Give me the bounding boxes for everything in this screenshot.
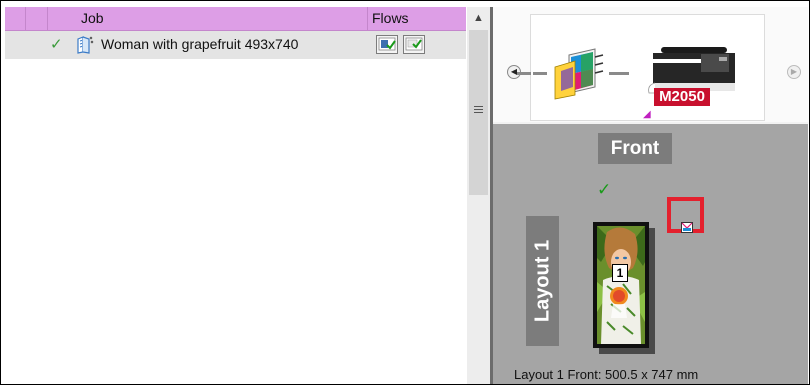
flow-icon[interactable]: [403, 35, 425, 54]
page-number-badge: 1: [612, 264, 628, 282]
scroll-up-arrow-icon[interactable]: ▲: [467, 7, 490, 29]
layout-area: Front ✓ Layout 1 1 Layout 1 Front: 500.5…: [493, 124, 808, 384]
job-list: Job Flows ✓ Woman with grapefruit 493x74…: [5, 7, 466, 384]
envelope-icon[interactable]: [681, 222, 693, 233]
connector-line: [609, 72, 629, 75]
checkmark-icon: ✓: [50, 36, 63, 53]
job-name: Woman with grapefruit 493x740: [101, 36, 299, 52]
connector-line: [533, 72, 547, 75]
job-column-header[interactable]: Job: [81, 10, 104, 26]
side-label: Front: [598, 133, 672, 164]
flow-icon[interactable]: [376, 35, 398, 54]
layout-dimensions: Layout 1 Front: 500.5 x 747 mm: [514, 367, 699, 382]
rip-icon: [554, 48, 604, 100]
printer-label: M2050: [654, 88, 710, 106]
checkmark-icon: ✓: [597, 180, 612, 199]
job-row[interactable]: ✓ Woman with grapefruit 493x740: [5, 31, 466, 59]
flow-card[interactable]: M2050 ◢: [517, 14, 765, 121]
flow-strip: ◀ ▶ M2050 ◢: [493, 7, 808, 122]
layout-thumbnail[interactable]: [593, 222, 649, 348]
flows-column-header[interactable]: Flows: [372, 10, 409, 26]
header-column-divider: [25, 7, 26, 30]
connector-line: [517, 72, 531, 75]
vertical-scrollbar[interactable]: ▲: [467, 7, 490, 384]
grip-icon: [474, 106, 483, 115]
layout-label: Layout 1: [526, 216, 559, 346]
layout-preview-pane: ◀ ▶ M2050 ◢ Front ✓ Layout 1 1 Layout 1 …: [493, 7, 808, 384]
header-column-divider: [367, 7, 368, 30]
job-list-header: Job Flows: [5, 7, 466, 31]
arrow-icon: ◢: [643, 109, 651, 120]
application-window: Job Flows ✓ Woman with grapefruit 493x74…: [0, 0, 810, 385]
scrollbar-thumb[interactable]: [469, 30, 488, 195]
job-icon: [77, 36, 94, 54]
header-column-divider: [47, 7, 48, 30]
scroll-right-icon[interactable]: ▶: [787, 65, 801, 79]
